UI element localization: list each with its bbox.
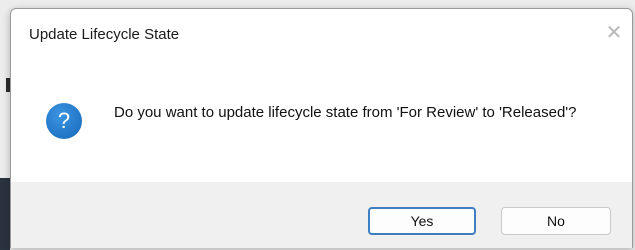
- dialog-message: Do you want to update lifecycle state fr…: [114, 104, 577, 121]
- question-glyph: ?: [57, 108, 71, 133]
- background-taskbar-edge: [0, 178, 10, 250]
- dialog-titlebar[interactable]: Update Lifecycle State ✕: [11, 9, 632, 59]
- dialog-title: Update Lifecycle State: [29, 26, 180, 43]
- question-icon: ?: [46, 103, 82, 139]
- dialog-content: ? Do you want to update lifecycle state …: [11, 59, 632, 184]
- close-icon[interactable]: ✕: [602, 21, 626, 45]
- yes-button[interactable]: Yes: [368, 207, 476, 235]
- no-button[interactable]: No: [501, 207, 611, 235]
- update-lifecycle-dialog: Update Lifecycle State ✕ ? Do you want t…: [10, 8, 633, 248]
- dialog-footer: Yes No: [11, 182, 632, 248]
